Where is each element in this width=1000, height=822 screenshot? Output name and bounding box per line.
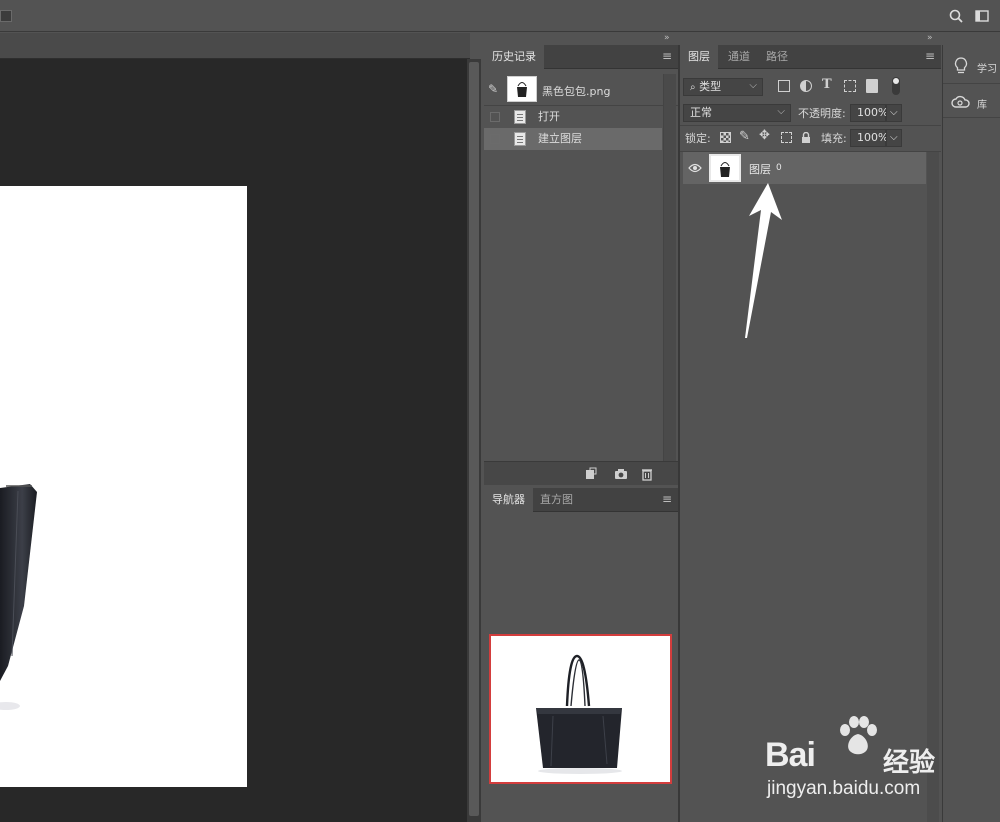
- panel-menu-icon[interactable]: ≡: [661, 493, 673, 505]
- layer-filter-label: 类型: [699, 80, 722, 93]
- divider: [943, 117, 1000, 118]
- history-source-checkbox[interactable]: [490, 134, 500, 144]
- history-item-label: 打开: [538, 110, 560, 123]
- document-canvas[interactable]: [0, 186, 247, 787]
- filter-shape-icon[interactable]: [844, 80, 856, 92]
- options-swatch[interactable]: [0, 10, 12, 22]
- history-source-checkbox[interactable]: [490, 112, 500, 122]
- lock-position-icon[interactable]: ✥: [759, 128, 770, 143]
- navigator-preview[interactable]: [489, 634, 672, 784]
- baidu-watermark: Bai 经验 jingyan.baidu.com: [765, 714, 965, 804]
- tab-layers[interactable]: 图层: [680, 45, 718, 69]
- layer-row[interactable]: 图层 0: [683, 152, 926, 184]
- new-document-from-state-icon[interactable]: [584, 467, 598, 481]
- history-item[interactable]: 打开: [484, 106, 662, 128]
- watermark-url: jingyan.baidu.com: [767, 778, 921, 799]
- history-brush-icon[interactable]: ✎: [488, 82, 502, 96]
- lock-all-icon[interactable]: [801, 131, 811, 143]
- divider: [943, 83, 1000, 84]
- annotation-arrow: [745, 183, 782, 338]
- opacity-input[interactable]: 100%: [850, 104, 888, 122]
- fill-label: 填充:: [821, 132, 847, 145]
- learn-panel-button[interactable]: 学习: [943, 52, 1000, 82]
- vertical-scrollbar-thumb[interactable]: [469, 62, 479, 816]
- panel-menu-icon[interactable]: ≡: [924, 50, 936, 62]
- filter-pixel-icon[interactable]: [778, 80, 790, 92]
- search-icon[interactable]: [948, 8, 964, 24]
- library-panel-button[interactable]: 库: [943, 89, 1000, 117]
- history-state-icon: [514, 132, 526, 146]
- filter-smart-object-icon[interactable]: [866, 79, 878, 93]
- collapse-arrows-icon[interactable]: »: [927, 33, 932, 43]
- learn-label: 学习: [977, 64, 997, 75]
- history-item[interactable]: 建立图层: [484, 128, 662, 150]
- trash-icon[interactable]: [640, 467, 654, 481]
- lightbulb-icon: [953, 56, 969, 76]
- history-scrollbar[interactable]: [663, 74, 676, 461]
- navigator-panel: 导航器 直方图 ≡: [484, 488, 678, 822]
- tab-paths[interactable]: 路径: [758, 45, 796, 69]
- filter-toggle[interactable]: [892, 77, 900, 95]
- opacity-dropdown[interactable]: ⌵: [886, 104, 902, 122]
- fill-dropdown[interactable]: ⌵: [886, 129, 902, 147]
- workspace-icon[interactable]: [974, 8, 990, 24]
- visibility-eye-icon[interactable]: [688, 162, 702, 174]
- side-panel-strip: 学习 库: [942, 45, 1000, 822]
- snapshot-name: 黑色包包.png: [542, 85, 611, 98]
- filter-adjustment-icon[interactable]: [800, 80, 812, 92]
- tab-history[interactable]: 历史记录: [484, 45, 544, 69]
- navigator-tab-bar: 导航器 直方图 ≡: [484, 488, 678, 512]
- handbag-image: [0, 484, 37, 710]
- history-state-icon: [514, 110, 526, 124]
- panel-menu-icon[interactable]: ≡: [661, 50, 673, 62]
- collapse-arrows-icon[interactable]: »: [664, 33, 669, 43]
- navigator-bag-thumbnail: [536, 654, 622, 774]
- lock-artboard-icon[interactable]: [781, 132, 792, 143]
- layer-filter-select[interactable]: ⌕ 类型: [683, 78, 763, 96]
- opacity-label: 不透明度:: [798, 107, 846, 120]
- layers-tab-bar: 图层 通道 路径 ≡: [680, 45, 941, 69]
- tab-histogram[interactable]: 直方图: [532, 488, 581, 512]
- history-tab-bar: 历史记录 ≡: [484, 45, 678, 69]
- history-snapshot[interactable]: ✎ 黑色包包.png: [484, 74, 678, 106]
- lock-transparent-icon[interactable]: [720, 132, 731, 143]
- lock-label: 锁定:: [685, 132, 711, 145]
- tab-channels[interactable]: 通道: [720, 45, 758, 69]
- layer-thumbnail: [709, 154, 741, 182]
- camera-icon[interactable]: [614, 467, 628, 481]
- history-panel: 历史记录 ≡ ✎ 黑色包包.png 打开 建立图层: [484, 45, 678, 485]
- fill-input[interactable]: 100%: [850, 129, 888, 147]
- search-icon: ⌕: [690, 82, 696, 93]
- watermark-brand: Bai: [765, 736, 816, 774]
- divider: [680, 125, 941, 126]
- options-bar: [0, 0, 1000, 32]
- library-label: 库: [977, 100, 987, 111]
- history-footer: [484, 461, 678, 485]
- lock-brush-icon[interactable]: ✎: [739, 129, 750, 144]
- blend-mode-select[interactable]: 正常: [683, 104, 791, 122]
- watermark-jingyan: 经验: [883, 748, 936, 778]
- document-tab-bar: [0, 33, 470, 59]
- filter-type-icon[interactable]: T: [822, 77, 832, 92]
- layer-name: 图层: [749, 163, 771, 176]
- creative-cloud-icon: [951, 94, 971, 110]
- paw-logo: [835, 714, 881, 758]
- history-item-label: 建立图层: [538, 132, 582, 145]
- tab-navigator[interactable]: 导航器: [484, 488, 533, 512]
- layer-index: 0: [776, 163, 782, 173]
- snapshot-thumbnail: [507, 76, 537, 102]
